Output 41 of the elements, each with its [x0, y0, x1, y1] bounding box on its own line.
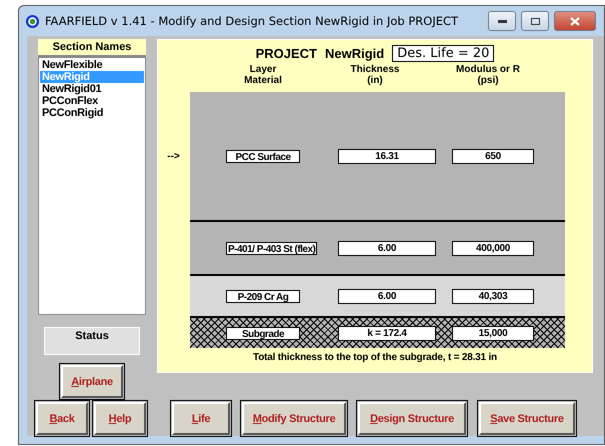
status-panel: Status: [44, 327, 140, 355]
close-icon: [570, 16, 580, 26]
maximize-button[interactable]: [521, 11, 549, 31]
current-layer-arrow: -->: [166, 150, 181, 162]
minimize-icon: [498, 20, 506, 22]
modulus-field[interactable]: 650: [452, 148, 534, 164]
material-field[interactable]: P-401/ P-403 St (flex): [226, 242, 318, 254]
thickness-field[interactable]: k = 172.4: [338, 326, 436, 340]
thickness-field[interactable]: 6.00: [338, 240, 436, 256]
list-item[interactable]: NewRigid01: [40, 83, 144, 95]
material-field[interactable]: Subgrade: [226, 326, 300, 340]
list-item[interactable]: PCConFlex: [40, 95, 144, 107]
action-button[interactable]: Design Structure: [358, 402, 466, 435]
list-item[interactable]: NewFlexible: [40, 59, 144, 71]
total-thickness-text: Total thickness to the top of the subgrade, t = 28.31 in: [253, 352, 497, 363]
modulus-field[interactable]: 400,000: [452, 240, 534, 256]
modulus-field[interactable]: 40,303: [452, 288, 534, 304]
action-button[interactable]: Help: [94, 402, 146, 435]
thickness-field[interactable]: 6.00: [338, 288, 436, 304]
app-icon: [25, 14, 40, 28]
minimize-button[interactable]: [488, 11, 516, 31]
material-field[interactable]: PCC Surface: [226, 150, 300, 162]
column-header: Layer Material: [243, 64, 283, 86]
maximize-icon: [530, 18, 540, 24]
action-button[interactable]: Save Structure: [479, 402, 575, 435]
thickness-field[interactable]: 16.31: [338, 148, 436, 164]
airplane-button[interactable]: Airplane: [61, 365, 123, 398]
action-button[interactable]: Back: [36, 402, 88, 435]
job-name: PROJECT: [256, 46, 317, 61]
modulus-field[interactable]: 15,000: [452, 326, 534, 340]
window-title: FAARFIELD v 1.41 - Modify and Design Section NewRigid in Job PROJECT: [45, 14, 460, 28]
action-button[interactable]: Life: [172, 402, 230, 435]
close-button[interactable]: [554, 11, 596, 31]
material-field[interactable]: P-209 Cr Ag: [226, 290, 300, 302]
column-header: Thickness (in): [350, 64, 400, 86]
column-header: Modulus or R (psi): [455, 64, 521, 86]
list-item[interactable]: PCConRigid: [40, 107, 144, 119]
action-button[interactable]: Modify Structure: [242, 402, 346, 435]
design-life-label: Des. Life = 20: [392, 45, 494, 62]
section-name: NewRigid: [324, 46, 384, 61]
list-header: Section Names: [38, 39, 146, 57]
